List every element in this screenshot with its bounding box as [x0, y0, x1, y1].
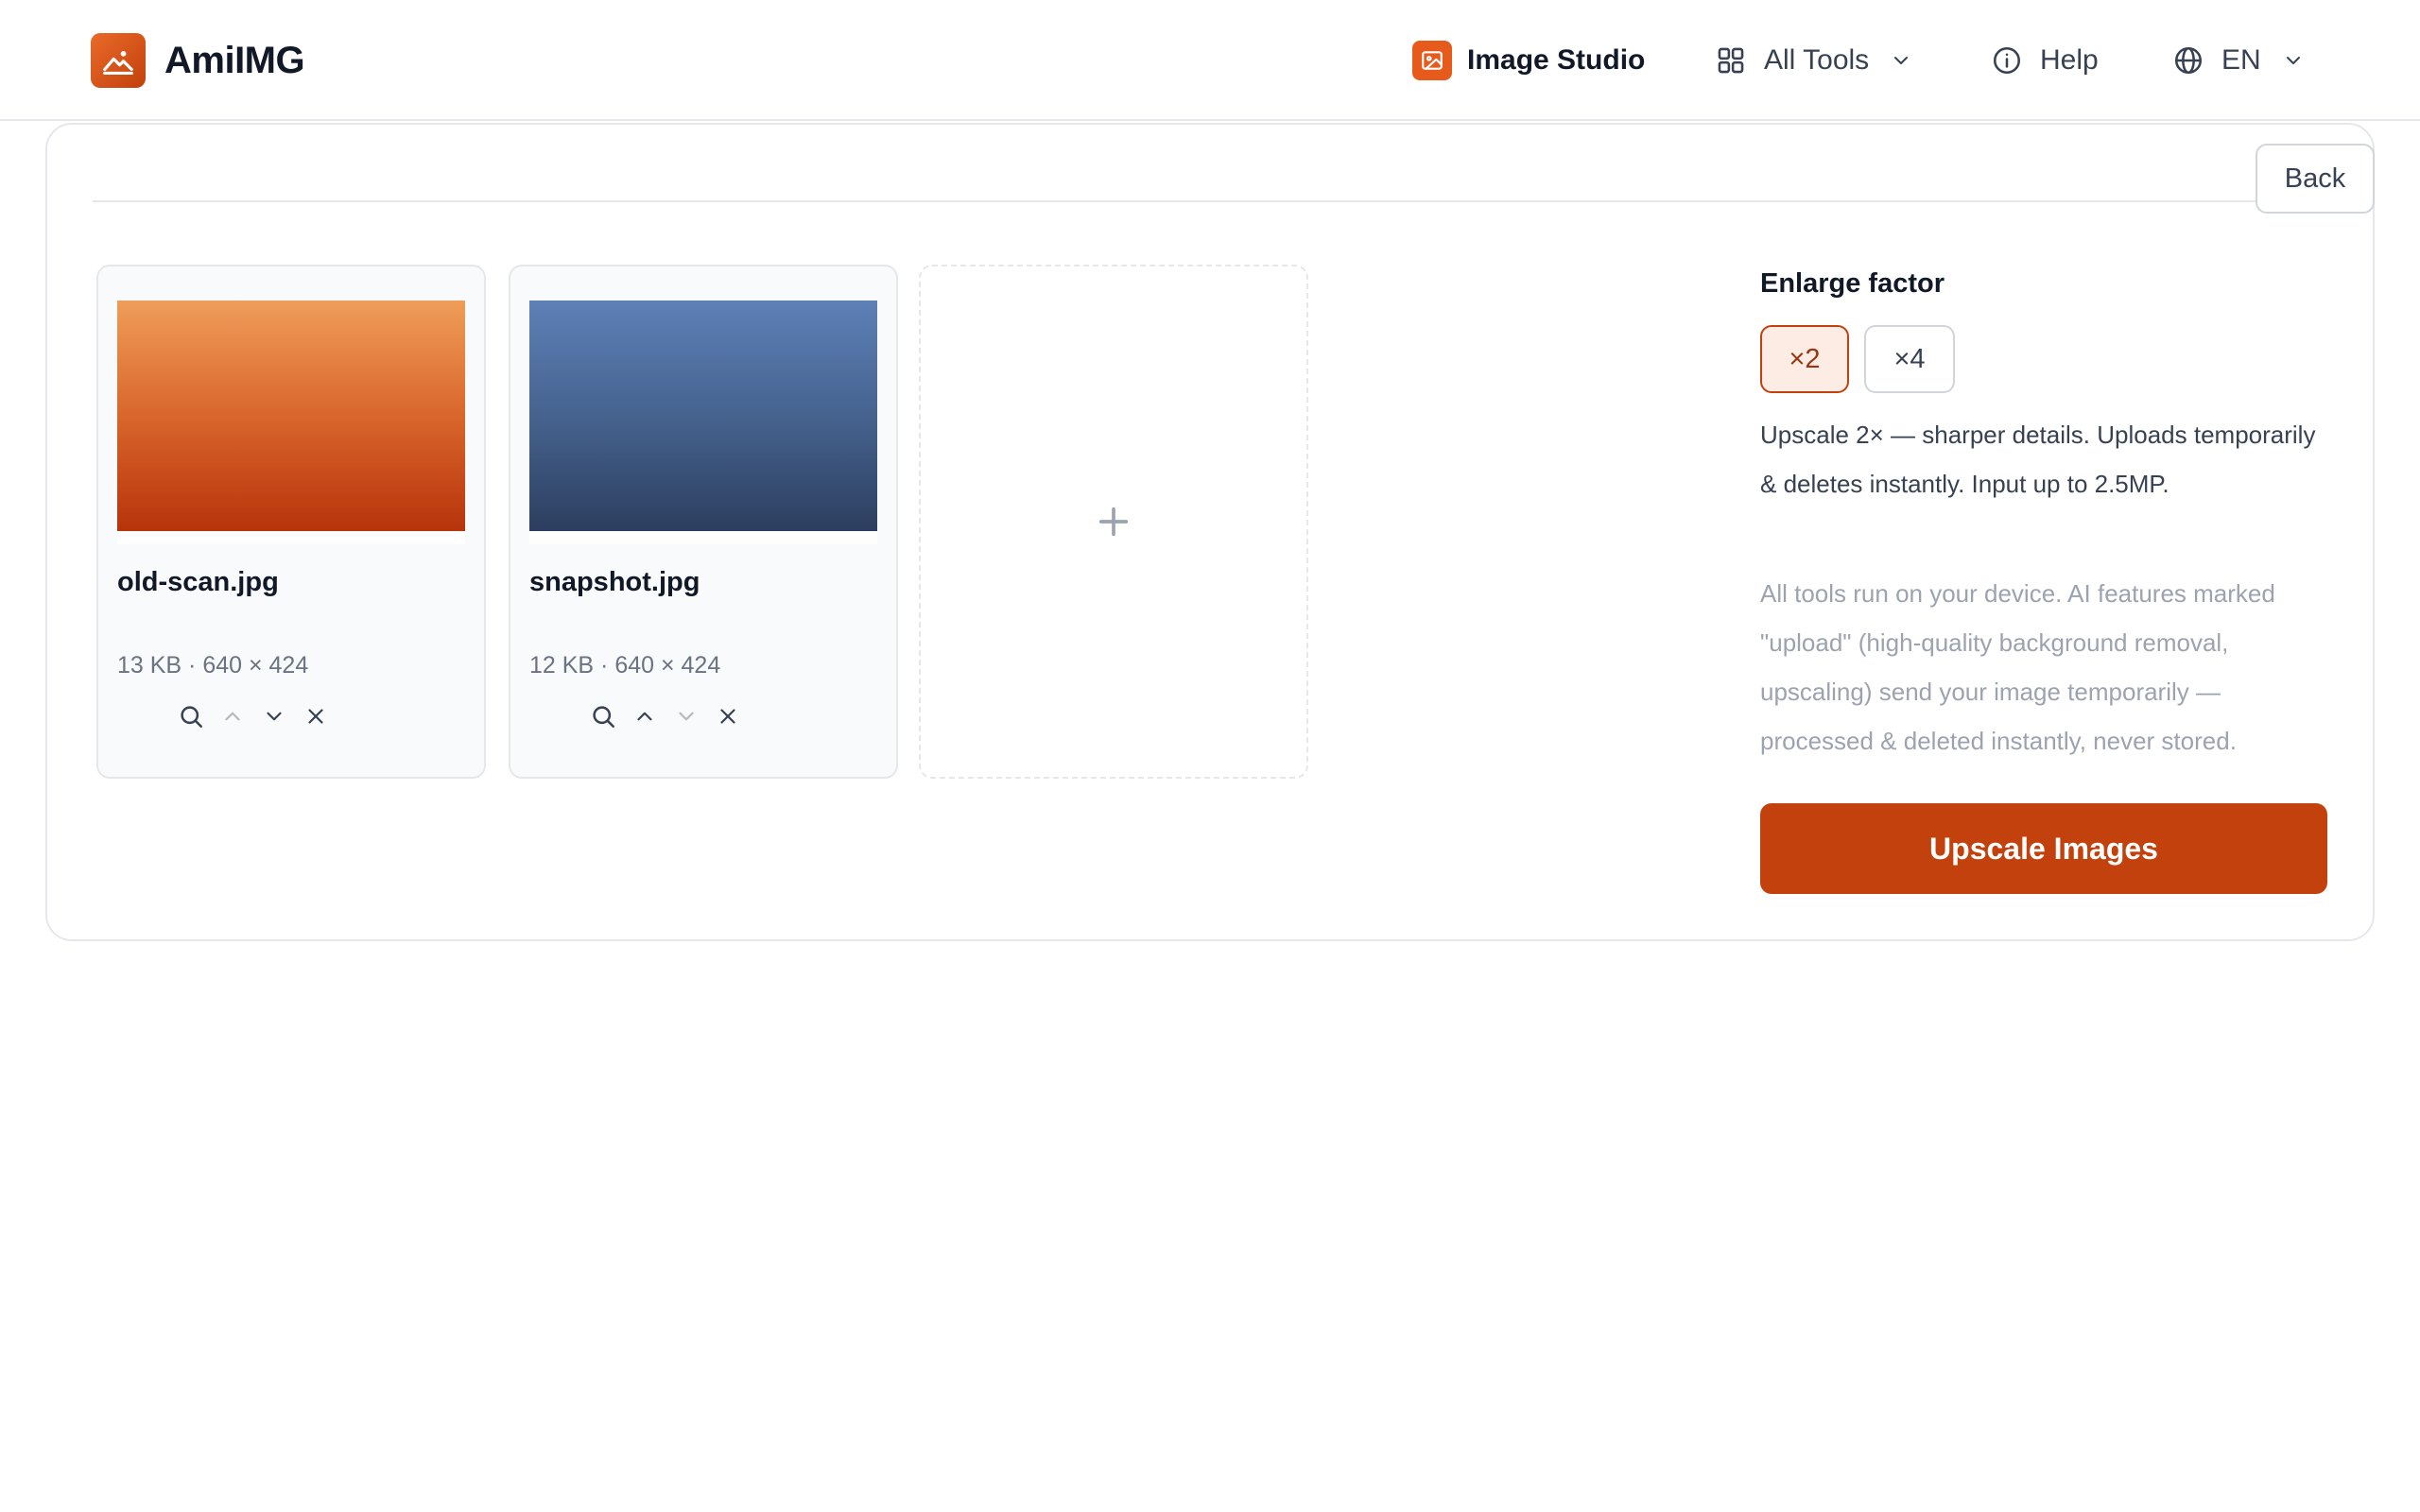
- remove-icon[interactable]: [297, 697, 335, 735]
- enlarge-factor-label: Enlarge factor: [1760, 268, 1945, 299]
- file-meta: 13 KB · 640 × 424: [117, 652, 309, 679]
- file-name: old-scan.jpg: [117, 567, 279, 597]
- file-actions: [98, 697, 484, 735]
- nav-image-studio[interactable]: Image Studio: [1412, 36, 1645, 85]
- image-icon: [1412, 41, 1452, 80]
- nav-all-tools-label: All Tools: [1764, 44, 1870, 76]
- grid-icon: [1718, 47, 1744, 74]
- back-button[interactable]: Back: [2256, 144, 2375, 214]
- chevron-down-icon: [2286, 57, 2300, 64]
- move-up-icon[interactable]: [626, 697, 664, 735]
- remove-icon[interactable]: [709, 697, 747, 735]
- image-thumbnail[interactable]: [117, 301, 465, 531]
- zoom-icon[interactable]: [584, 697, 622, 735]
- upscale-panel: Back old-scan.jpg 13 KB · 640 × 424 snap…: [45, 123, 2375, 941]
- plus-icon: [1098, 507, 1129, 537]
- move-down-icon[interactable]: [667, 697, 705, 735]
- add-image-tile[interactable]: [919, 265, 1308, 779]
- globe-icon: [2174, 46, 2203, 75]
- move-up-icon[interactable]: [214, 697, 251, 735]
- file-card: snapshot.jpg 12 KB · 640 × 424: [509, 265, 898, 779]
- upscale-images-button[interactable]: Upscale Images: [1760, 803, 2327, 894]
- factor-description: Upscale 2× — sharper details. Uploads te…: [1760, 421, 2316, 498]
- brand[interactable]: AmiIMG: [91, 33, 305, 88]
- factor-x2-button[interactable]: ×2: [1760, 325, 1849, 393]
- thumbnail-frame: [117, 301, 465, 544]
- zoom-icon[interactable]: [172, 697, 210, 735]
- nav-image-studio-label: Image Studio: [1467, 44, 1646, 76]
- nav-help-label: Help: [2040, 44, 2099, 76]
- factor-x4-button[interactable]: ×4: [1864, 325, 1955, 393]
- nav-help[interactable]: Help: [1991, 36, 2099, 85]
- mountain-sun-icon: [91, 33, 146, 88]
- chevron-down-icon: [1894, 57, 1909, 64]
- thumbnail-frame: [529, 301, 877, 544]
- image-thumbnail[interactable]: [529, 301, 877, 531]
- file-card: old-scan.jpg 13 KB · 640 × 424: [96, 265, 486, 779]
- file-name: snapshot.jpg: [529, 567, 700, 597]
- brand-name: AmiIMG: [164, 39, 305, 81]
- info-icon: [1993, 46, 2021, 75]
- language-selector[interactable]: EN: [2172, 36, 2305, 85]
- privacy-note: All tools run on your device. AI feature…: [1760, 579, 2275, 755]
- top-header: AmiIMG Image Studio All Tools Help EN: [0, 0, 2420, 121]
- file-actions: [510, 697, 896, 735]
- divider: [93, 200, 2329, 202]
- nav-all-tools[interactable]: All Tools: [1715, 36, 1912, 85]
- file-meta: 12 KB · 640 × 424: [529, 652, 721, 679]
- move-down-icon[interactable]: [255, 697, 293, 735]
- language-label: EN: [2221, 44, 2261, 76]
